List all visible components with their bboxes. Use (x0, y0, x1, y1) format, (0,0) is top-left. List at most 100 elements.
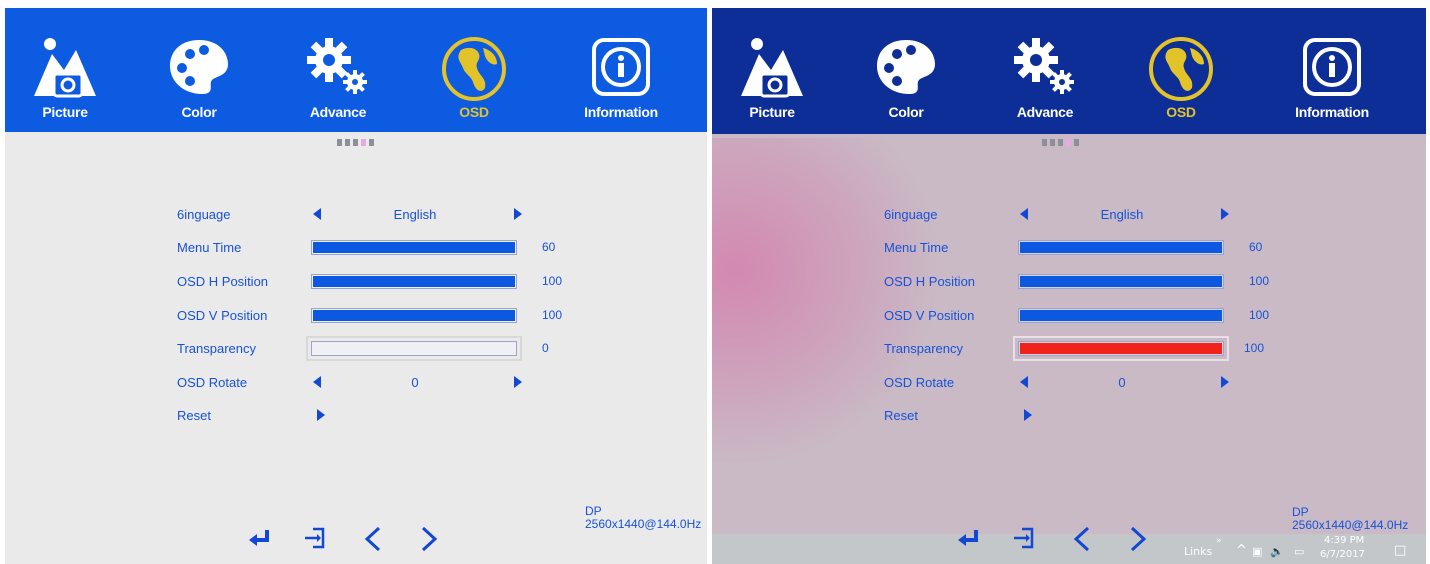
tab-label: Picture (749, 104, 795, 120)
osd-v-position-slider[interactable] (1018, 308, 1224, 323)
display-icon[interactable]: ▭ (1294, 545, 1304, 558)
tab-label: OSD (1166, 104, 1196, 120)
tab-label: Information (1295, 104, 1369, 120)
osd-v-position-label: OSD V Position (884, 308, 975, 323)
arrow-right-icon[interactable] (317, 409, 325, 421)
arrow-right-icon[interactable] (1024, 409, 1032, 421)
row-reset[interactable]: Reset (175, 405, 635, 427)
chevron-right-icon[interactable] (1128, 526, 1148, 552)
osd-v-position-slider[interactable] (311, 308, 517, 323)
menu-time-slider[interactable] (311, 240, 517, 255)
osd-rotate-value: 0 (1118, 375, 1126, 390)
row-osd-rotate[interactable]: OSD Rotate 0 (882, 372, 1342, 394)
tab-label: Color (181, 104, 217, 120)
row-osd-h-position[interactable]: OSD H Position 100 (175, 271, 635, 293)
reset-label: Reset (884, 408, 918, 423)
tab-label: Advance (1016, 104, 1074, 120)
osd-rotate-label: OSD Rotate (177, 375, 248, 390)
row-language[interactable]: 6inguage English (882, 204, 1342, 226)
notification-icon[interactable]: □ (1394, 543, 1406, 558)
tab-label: OSD (459, 104, 489, 120)
tab-color[interactable]: Color (846, 28, 966, 128)
taskbar-date[interactable]: 6/7/2017 (1320, 549, 1365, 560)
menu-time-label: Menu Time (177, 240, 242, 255)
palette-icon (166, 36, 232, 103)
chevron-left-icon[interactable] (1072, 526, 1092, 552)
chevron-up-icon[interactable]: ^ (1236, 543, 1247, 558)
row-osd-h-position[interactable]: OSD H Position 100 (882, 271, 1342, 293)
osd-h-position-label: OSD H Position (884, 274, 976, 289)
osd-rotate-label: OSD Rotate (884, 375, 955, 390)
tab-information[interactable]: Information (1272, 28, 1392, 128)
arrow-left-icon[interactable] (313, 376, 321, 388)
tab-label: Picture (42, 104, 88, 120)
chevron-right-icon[interactable] (419, 526, 439, 552)
osd-h-position-value: 100 (1249, 274, 1270, 288)
osd-h-position-value: 100 (542, 274, 563, 288)
menu-time-value: 60 (1249, 240, 1263, 254)
tab-advance[interactable]: Advance (278, 28, 398, 128)
tab-osd[interactable]: OSD (414, 28, 534, 128)
picture-icon (737, 36, 807, 107)
row-transparency[interactable]: Transparency 100 (882, 336, 1342, 361)
taskbar-links-chevron[interactable]: » (1216, 536, 1222, 546)
row-language[interactable]: 6inguage English (175, 204, 635, 226)
language-value: English (393, 207, 437, 222)
tab-picture[interactable]: Picture (5, 28, 125, 128)
volume-icon[interactable]: 🔈 (1270, 545, 1284, 558)
taskbar-links[interactable]: Links (1184, 545, 1212, 558)
arrow-left-icon[interactable] (1020, 376, 1028, 388)
osd-menu-left: Picture Color Advance OSD Information 6i… (5, 8, 707, 564)
tab-advance[interactable]: Advance (985, 28, 1105, 128)
osd-rotate-value: 0 (411, 375, 419, 390)
signal-mode: 2560x1440@144.0Hz (1292, 518, 1409, 532)
tab-label: Color (888, 104, 924, 120)
enter-icon[interactable] (247, 526, 271, 552)
osd-menu-right: Picture Color Advance OSD Information 6i… (712, 8, 1426, 564)
row-menu-time[interactable]: Menu Time 60 (175, 237, 635, 259)
osd-h-position-slider[interactable] (1018, 274, 1224, 289)
transparency-slider[interactable] (1013, 336, 1229, 361)
tab-picture[interactable]: Picture (712, 28, 832, 128)
page-indicator (1042, 139, 1079, 146)
transparency-slider[interactable] (306, 336, 522, 361)
enter-icon[interactable] (956, 526, 980, 552)
menu-time-slider[interactable] (1018, 240, 1224, 255)
row-osd-rotate[interactable]: OSD Rotate 0 (175, 372, 635, 394)
transparency-label: Transparency (177, 341, 256, 356)
row-menu-time[interactable]: Menu Time 60 (882, 237, 1342, 259)
osd-h-position-label: OSD H Position (177, 274, 269, 289)
row-osd-v-position[interactable]: OSD V Position 100 (175, 305, 635, 327)
tab-label: Advance (309, 104, 367, 120)
osd-v-position-label: OSD V Position (177, 308, 268, 323)
row-reset[interactable]: Reset (882, 405, 1342, 427)
arrow-right-icon[interactable] (1221, 208, 1229, 220)
menu-header: Picture Color Advance OSD Information (5, 8, 707, 132)
page-indicator (337, 139, 374, 146)
menu-header: Picture Color Advance OSD Information (712, 8, 1426, 134)
network-icon[interactable]: ▣ (1252, 545, 1262, 558)
reset-label: Reset (177, 408, 211, 423)
exit-icon[interactable] (303, 526, 327, 552)
row-osd-v-position[interactable]: OSD V Position 100 (882, 305, 1342, 327)
exit-icon[interactable] (1012, 526, 1036, 552)
taskbar (712, 534, 1426, 564)
osd-v-position-value: 100 (542, 308, 563, 322)
tab-information[interactable]: Information (561, 28, 681, 128)
arrow-left-icon[interactable] (1020, 208, 1028, 220)
globe-icon (1148, 36, 1214, 107)
globe-icon (441, 36, 507, 107)
arrow-right-icon[interactable] (514, 376, 522, 388)
osd-h-position-slider[interactable] (311, 274, 517, 289)
arrow-right-icon[interactable] (1221, 376, 1229, 388)
tab-osd[interactable]: OSD (1121, 28, 1241, 128)
menu-time-value: 60 (542, 240, 556, 254)
tab-color[interactable]: Color (139, 28, 259, 128)
signal-info: DP 2560x1440@144.0Hz (585, 505, 701, 531)
taskbar-time[interactable]: 4:39 PM (1324, 535, 1364, 546)
arrow-right-icon[interactable] (514, 208, 522, 220)
row-transparency[interactable]: Transparency 0 (175, 336, 635, 361)
arrow-left-icon[interactable] (313, 208, 321, 220)
info-icon (590, 36, 652, 103)
chevron-left-icon[interactable] (363, 526, 383, 552)
